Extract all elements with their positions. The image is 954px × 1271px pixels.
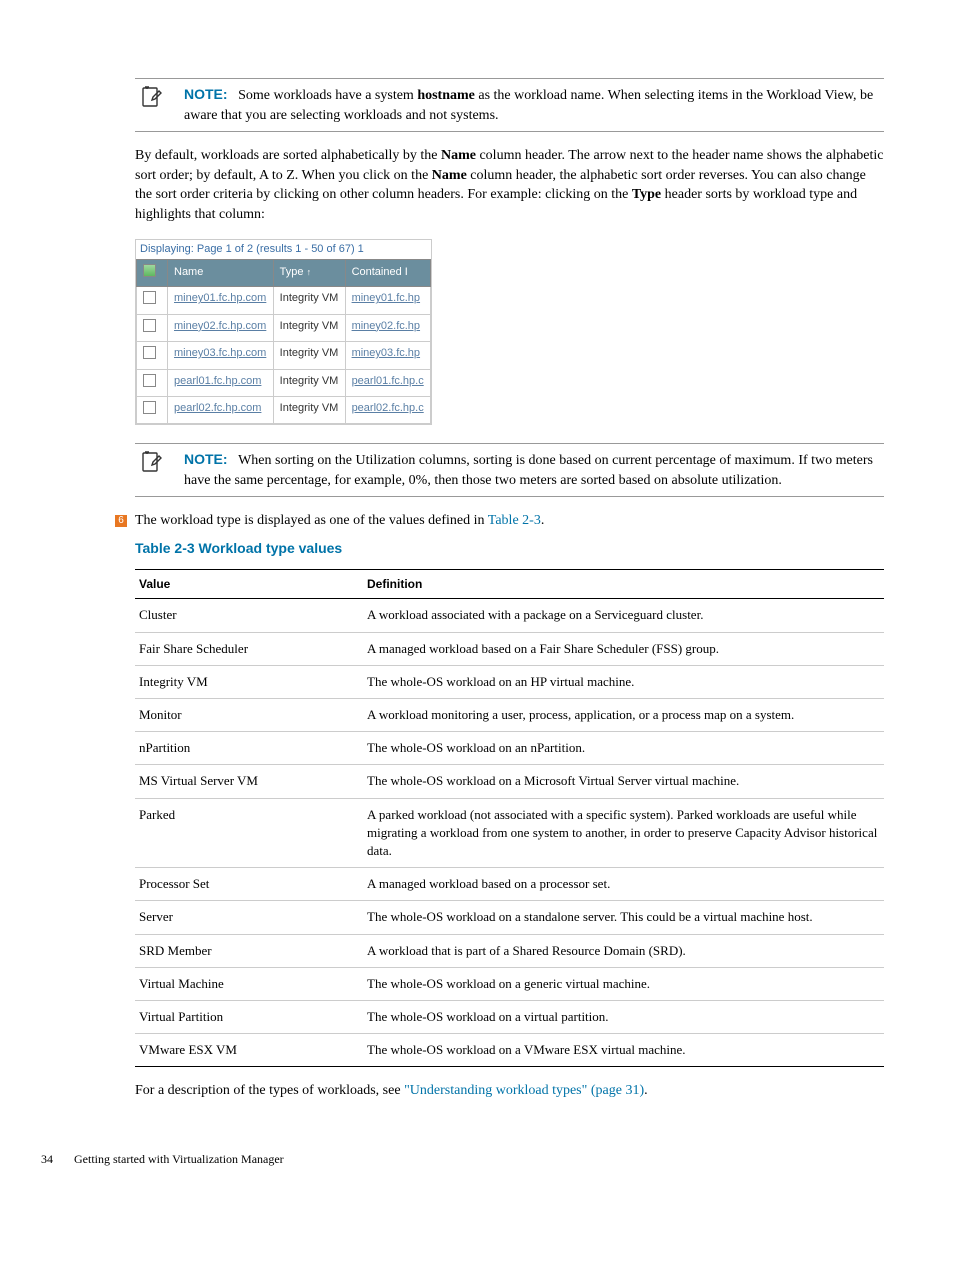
table-row: miney02.fc.hp.com Integrity VM miney02.f…: [137, 314, 431, 341]
callout-text: The workload type is displayed as one of…: [135, 511, 544, 531]
row-type: Integrity VM: [273, 342, 345, 369]
table-title: Table 2-3 Workload type values: [135, 539, 884, 559]
row-contained[interactable]: pearl02.fc.hp.c: [345, 396, 430, 423]
note-label: NOTE:: [184, 86, 228, 102]
table-row: VMware ESX VMThe whole-OS workload on a …: [135, 1034, 884, 1067]
table-row: ParkedA parked workload (not associated …: [135, 798, 884, 868]
row-name[interactable]: pearl02.fc.hp.com: [168, 396, 274, 423]
row-checkbox[interactable]: [143, 291, 156, 304]
note-icon: [135, 450, 184, 474]
table-row: pearl01.fc.hp.com Integrity VM pearl01.f…: [137, 369, 431, 396]
display-bar: Displaying: Page 1 of 2 (results 1 - 50 …: [136, 240, 431, 259]
note-block-2: NOTE: When sorting on the Utilization co…: [135, 443, 884, 497]
note-content: NOTE: Some workloads have a system hostn…: [184, 85, 884, 125]
closing-para: For a description of the types of worklo…: [135, 1081, 884, 1101]
row-checkbox[interactable]: [143, 401, 156, 414]
row-contained[interactable]: pearl01.fc.hp.c: [345, 369, 430, 396]
column-header-type[interactable]: Type ↑: [273, 259, 345, 286]
table-row: MS Virtual Server VMThe whole-OS workloa…: [135, 765, 884, 798]
page-footer: 34 Getting started with Virtualization M…: [41, 1151, 884, 1168]
table-row: ServerThe whole-OS workload on a standal…: [135, 901, 884, 934]
column-header-contained[interactable]: Contained I: [345, 259, 430, 286]
callout-6: 6 The workload type is displayed as one …: [115, 511, 884, 531]
row-contained[interactable]: miney03.fc.hp: [345, 342, 430, 369]
screenshot-workload-table: Displaying: Page 1 of 2 (results 1 - 50 …: [135, 239, 432, 426]
table-row: SRD MemberA workload that is part of a S…: [135, 934, 884, 967]
page-number: 34: [41, 1152, 53, 1166]
row-contained[interactable]: miney02.fc.hp: [345, 314, 430, 341]
table-row: Virtual MachineThe whole-OS workload on …: [135, 967, 884, 1000]
table-row: MonitorA workload monitoring a user, pro…: [135, 699, 884, 732]
table-row: ClusterA workload associated with a pack…: [135, 599, 884, 632]
table-row: Fair Share SchedulerA managed workload b…: [135, 632, 884, 665]
row-checkbox[interactable]: [143, 346, 156, 359]
row-contained[interactable]: miney01.fc.hp: [345, 287, 430, 314]
link-table-2-3[interactable]: Table 2-3: [488, 513, 541, 528]
footer-title: Getting started with Virtualization Mana…: [74, 1152, 284, 1166]
th-value: Value: [135, 569, 363, 599]
note-text: When sorting on the Utilization columns,…: [184, 453, 873, 488]
row-name[interactable]: miney03.fc.hp.com: [168, 342, 274, 369]
table-row: nPartitionThe whole-OS workload on an nP…: [135, 732, 884, 765]
row-name[interactable]: miney01.fc.hp.com: [168, 287, 274, 314]
select-all-checkbox[interactable]: [143, 264, 156, 277]
table-row: Processor SetA managed workload based on…: [135, 868, 884, 901]
screenshot-table: Name Type ↑ Contained I miney01.fc.hp.co…: [136, 259, 431, 424]
table-row: Virtual PartitionThe whole-OS workload o…: [135, 1000, 884, 1033]
sort-arrow-icon: ↑: [307, 267, 312, 277]
note-label: NOTE:: [184, 451, 228, 467]
row-checkbox[interactable]: [143, 374, 156, 387]
workload-type-table: Value Definition ClusterA workload assoc…: [135, 569, 884, 1068]
row-name[interactable]: miney02.fc.hp.com: [168, 314, 274, 341]
note-icon: [135, 85, 184, 109]
note-text-bold: hostname: [417, 88, 475, 103]
row-type: Integrity VM: [273, 396, 345, 423]
row-checkbox[interactable]: [143, 319, 156, 332]
row-type: Integrity VM: [273, 287, 345, 314]
table-row: miney01.fc.hp.com Integrity VM miney01.f…: [137, 287, 431, 314]
row-type: Integrity VM: [273, 369, 345, 396]
column-header-name[interactable]: Name: [168, 259, 274, 286]
para-default-sort: By default, workloads are sorted alphabe…: [135, 146, 884, 224]
row-type: Integrity VM: [273, 314, 345, 341]
table-row: pearl02.fc.hp.com Integrity VM pearl02.f…: [137, 396, 431, 423]
table-row: Integrity VMThe whole-OS workload on an …: [135, 665, 884, 698]
note-content: NOTE: When sorting on the Utilization co…: [184, 450, 884, 490]
row-name[interactable]: pearl01.fc.hp.com: [168, 369, 274, 396]
th-definition: Definition: [363, 569, 884, 599]
note-block-1: NOTE: Some workloads have a system hostn…: [135, 78, 884, 132]
callout-number: 6: [115, 515, 127, 527]
link-understanding-workload-types[interactable]: "Understanding workload types" (page 31): [404, 1083, 644, 1098]
table-row: miney03.fc.hp.com Integrity VM miney03.f…: [137, 342, 431, 369]
note-text-before: Some workloads have a system: [238, 88, 417, 103]
